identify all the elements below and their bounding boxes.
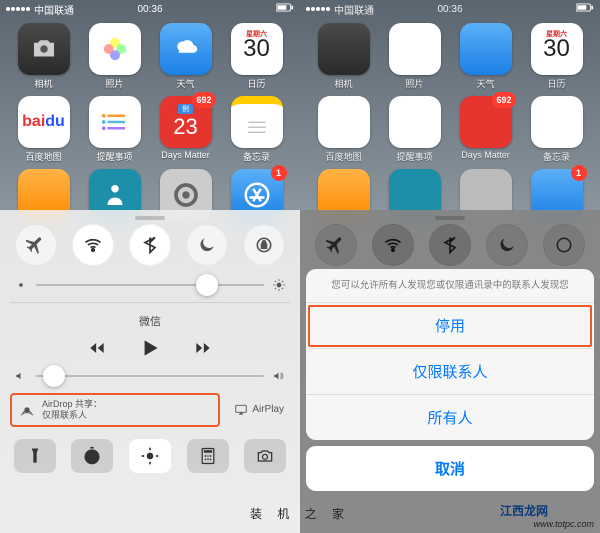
carrier-label: 中国联通 — [334, 2, 374, 17]
dnd-toggle[interactable] — [186, 224, 228, 266]
flashlight-button[interactable] — [14, 439, 56, 473]
wifi-toggle[interactable] — [72, 224, 114, 266]
carrier-label: 中国联通 — [34, 2, 74, 17]
bluetooth-toggle[interactable] — [129, 224, 171, 266]
volume-high-icon — [272, 369, 286, 383]
airplay-icon — [234, 403, 248, 417]
status-bar: 中国联通 00:36 — [300, 0, 600, 18]
camera-button[interactable] — [244, 439, 286, 473]
app-calendar[interactable]: 星期六30日历 — [228, 23, 286, 90]
screenshot-left: 中国联通 00:36 相机 照片 天气 星期六30日历 baidu百度地图 提醒… — [0, 0, 300, 533]
rotation-lock-toggle[interactable] — [243, 224, 285, 266]
grabber[interactable] — [135, 216, 165, 220]
play-icon[interactable] — [137, 335, 163, 361]
option-contacts-only[interactable]: 仅限联系人 — [306, 349, 594, 395]
app-weather[interactable]: 天气 — [157, 23, 215, 90]
app-daysmatter[interactable]: 例23692Days Matter — [157, 96, 215, 163]
control-center: 微信 AirDrop 共享：仅限联系人 AirPl — [0, 210, 300, 533]
airplane-toggle[interactable] — [15, 224, 57, 266]
signal-icon: 中国联通 — [6, 2, 74, 17]
app-camera[interactable]: 相机 — [15, 23, 73, 90]
airplay-button[interactable]: AirPlay — [228, 399, 290, 421]
brightness-low-icon — [14, 278, 28, 292]
volume-slider[interactable] — [0, 365, 300, 387]
option-off[interactable]: 停用 — [306, 303, 594, 349]
status-bar: 中国联通 00:36 — [0, 0, 300, 18]
home-screen: 相机 照片 天气 星期六30日历 baidu百度地图 提醒事项 例23692Da… — [0, 18, 300, 223]
option-everyone[interactable]: 所有人 — [306, 395, 594, 440]
battery-icon — [276, 3, 294, 15]
app-notes[interactable]: 备忘录 — [228, 96, 286, 163]
watermark: 装 机 之 家 江西龙网 www.totpc.com — [0, 493, 600, 533]
previous-icon[interactable] — [87, 338, 107, 358]
airdrop-button[interactable]: AirDrop 共享：仅限联系人 — [10, 393, 220, 427]
now-playing-title: 微信 — [0, 313, 300, 329]
volume-low-icon — [14, 369, 28, 383]
app-photos[interactable]: 照片 — [86, 23, 144, 90]
calculator-button[interactable] — [187, 439, 229, 473]
airdrop-action-sheet: 您可以允许所有人发现您或仅限通讯录中的联系人发现您 停用 仅限联系人 所有人 取… — [306, 269, 594, 491]
sheet-prompt: 您可以允许所有人发现您或仅限通讯录中的联系人发现您 — [306, 269, 594, 303]
battery-icon — [576, 3, 594, 15]
brightness-slider[interactable] — [0, 274, 300, 296]
now-playing: 微信 — [0, 309, 300, 361]
cancel-button[interactable]: 取消 — [306, 446, 594, 491]
airdrop-icon — [18, 401, 36, 419]
timer-button[interactable] — [71, 439, 113, 473]
screenshot-right: 中国联通 00:36 相机 照片 天气 星期六30日历 百度地图 提醒事项 69… — [300, 0, 600, 533]
brightness-high-icon — [272, 278, 286, 292]
app-baidumap[interactable]: baidu百度地图 — [15, 96, 73, 163]
clock: 00:36 — [437, 4, 462, 15]
next-icon[interactable] — [193, 338, 213, 358]
clock: 00:36 — [137, 4, 162, 15]
app-reminders[interactable]: 提醒事项 — [86, 96, 144, 163]
nightshift-button[interactable] — [129, 439, 171, 473]
